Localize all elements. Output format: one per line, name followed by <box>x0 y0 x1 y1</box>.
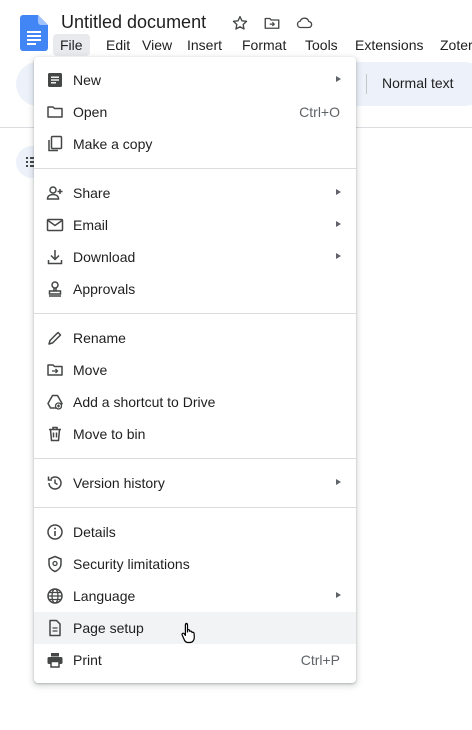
paragraph-style-select[interactable]: Normal text <box>382 75 454 91</box>
menu-format[interactable]: Format <box>235 34 293 56</box>
menu-zotero[interactable]: Zoter <box>433 34 472 56</box>
menu-item-download[interactable]: Download <box>34 241 356 273</box>
menu-separator <box>34 313 356 314</box>
submenu-arrow-icon <box>336 221 341 227</box>
star-icon[interactable] <box>231 14 249 32</box>
shortcut-label: Ctrl+O <box>299 104 340 120</box>
folder-icon <box>47 106 63 118</box>
menu-item-new[interactable]: New <box>34 64 356 96</box>
menu-item-label: Details <box>73 524 116 540</box>
copy-icon <box>48 135 63 152</box>
menu-item-label: Language <box>73 588 136 604</box>
move-folder-icon[interactable] <box>263 14 281 32</box>
menu-item-version-history[interactable]: Version history <box>34 467 356 499</box>
menu-item-language[interactable]: Language <box>34 580 356 612</box>
submenu-arrow-icon <box>336 479 341 485</box>
menu-item-share[interactable]: Share <box>34 177 356 209</box>
menu-item-label: New <box>73 72 102 88</box>
menu-item-rename[interactable]: Rename <box>34 322 356 354</box>
trash-icon <box>49 426 61 442</box>
stamp-icon <box>48 281 62 297</box>
pencil-icon <box>48 331 62 345</box>
menu-item-label: Security limitations <box>73 556 190 572</box>
menu-item-move[interactable]: Move <box>34 354 356 386</box>
menu-item-label: Download <box>73 249 136 265</box>
cloud-status-icon[interactable] <box>295 14 313 32</box>
menu-item-label: Approvals <box>73 281 136 297</box>
menu-item-print[interactable]: Print Ctrl+P <box>34 644 356 676</box>
page-icon <box>49 619 61 637</box>
menu-item-label: Rename <box>73 330 126 346</box>
shield-icon <box>48 555 62 573</box>
printer-icon <box>47 653 63 668</box>
menu-separator <box>34 168 356 169</box>
menu-extensions[interactable]: Extensions <box>348 34 430 56</box>
globe-icon <box>47 588 63 604</box>
drive-shortcut-icon <box>47 394 63 410</box>
person-add-icon <box>46 186 63 200</box>
shortcut-label: Ctrl+P <box>300 652 340 668</box>
menu-item-make-copy[interactable]: Make a copy <box>34 128 356 160</box>
menu-item-label: Make a copy <box>73 136 153 152</box>
submenu-arrow-icon <box>336 76 341 82</box>
download-icon <box>47 250 63 265</box>
submenu-arrow-icon <box>336 189 341 195</box>
menu-item-move-to-bin[interactable]: Move to bin <box>34 418 356 450</box>
menu-item-details[interactable]: Details <box>34 516 356 548</box>
menu-file[interactable]: File <box>53 34 90 56</box>
menu-edit[interactable]: Edit <box>99 34 137 56</box>
menu-separator <box>34 458 356 459</box>
submenu-arrow-icon <box>336 592 341 598</box>
info-icon <box>47 524 63 540</box>
file-menu: New Open Ctrl+O Make a copy Share Email <box>34 57 356 683</box>
menu-item-label: Share <box>73 185 111 201</box>
menu-view[interactable]: View <box>135 34 179 56</box>
submenu-arrow-icon <box>336 253 341 259</box>
menu-item-label: Open <box>73 104 108 120</box>
history-icon <box>47 476 62 490</box>
docs-logo-icon[interactable] <box>20 15 48 51</box>
menu-item-label: Move to bin <box>73 426 146 442</box>
move-folder-icon <box>47 364 63 376</box>
mail-icon <box>46 218 64 232</box>
menu-item-add-shortcut[interactable]: Add a shortcut to Drive <box>34 386 356 418</box>
menu-tools[interactable]: Tools <box>298 34 345 56</box>
menu-item-label: Email <box>73 217 109 233</box>
menu-item-label: Version history <box>73 475 165 491</box>
menu-item-open[interactable]: Open Ctrl+O <box>34 96 356 128</box>
menu-item-label: Print <box>73 652 102 668</box>
document-icon <box>48 73 62 87</box>
menu-item-label: Add a shortcut to Drive <box>73 394 216 410</box>
menu-item-label: Move <box>73 362 108 378</box>
document-title[interactable]: Untitled document <box>61 12 206 33</box>
menu-item-email[interactable]: Email <box>34 209 356 241</box>
menu-insert[interactable]: Insert <box>180 34 229 56</box>
menu-item-label: Page setup <box>73 620 144 636</box>
menu-item-security-limitations[interactable]: Security limitations <box>34 548 356 580</box>
menu-item-approvals[interactable]: Approvals <box>34 273 356 305</box>
menu-separator <box>34 507 356 508</box>
toolbar-divider <box>366 74 367 94</box>
hand-cursor-icon <box>181 622 195 644</box>
